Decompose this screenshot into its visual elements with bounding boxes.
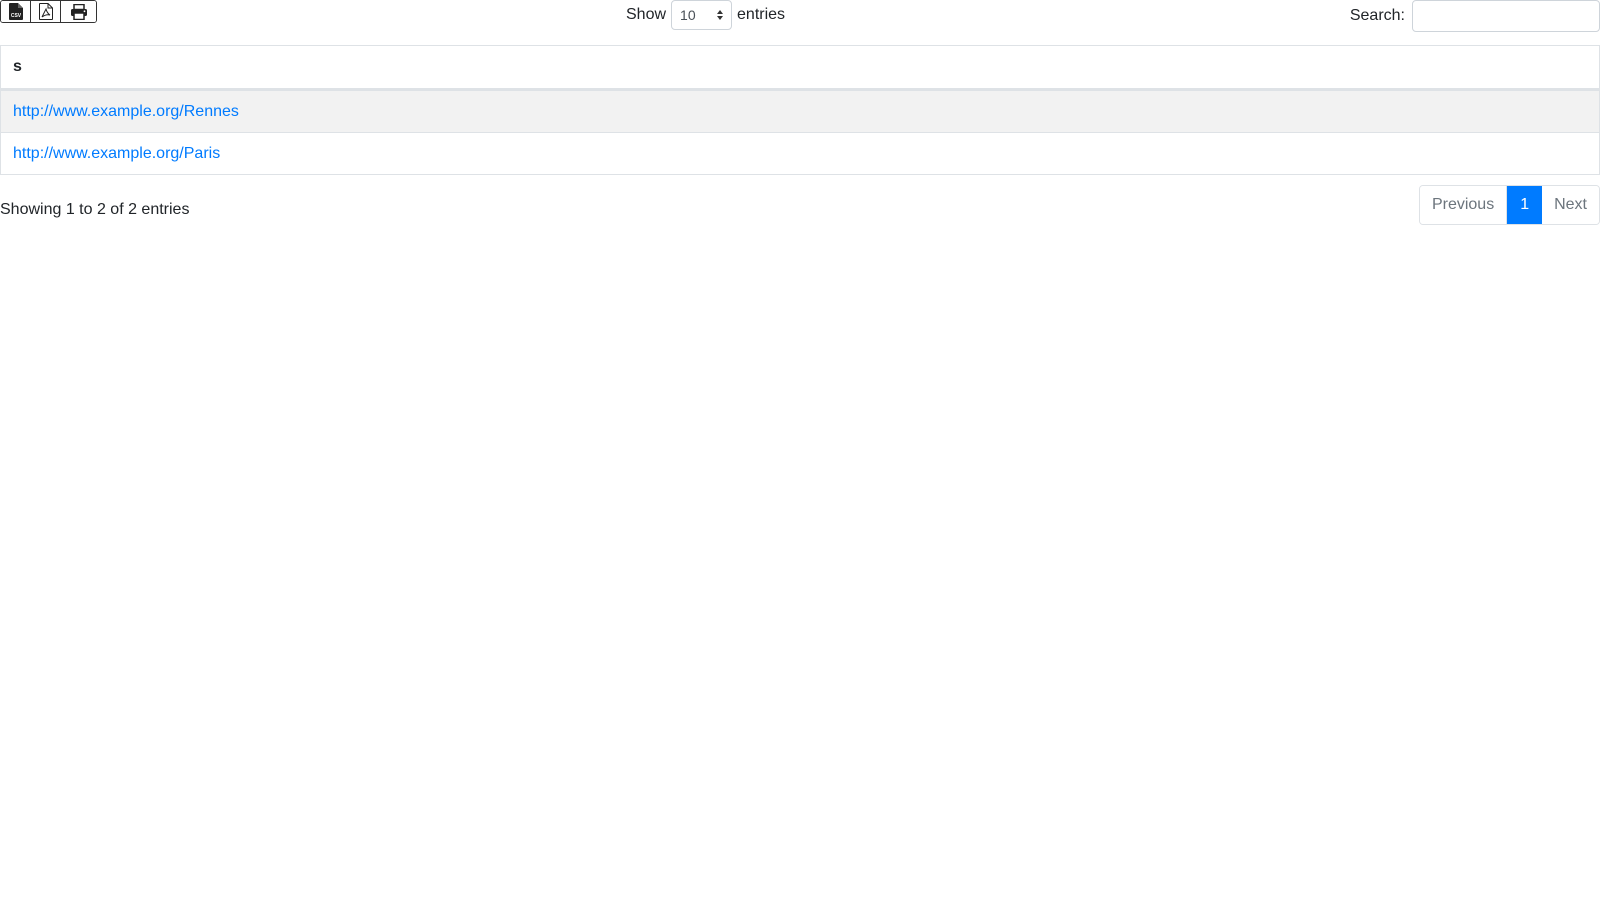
- row-link[interactable]: http://www.example.org/Paris: [13, 145, 220, 162]
- search-control: Search:: [1350, 0, 1600, 32]
- print-button[interactable]: [61, 1, 96, 22]
- previous-page-button[interactable]: Previous: [1419, 186, 1508, 224]
- print-icon: [70, 3, 87, 20]
- entries-label: entries: [737, 6, 786, 23]
- show-label: Show: [626, 6, 667, 23]
- select-arrows-icon: [717, 10, 724, 20]
- results-table: s http://www.example.org/Rennes http://w…: [0, 45, 1600, 175]
- column-header-s[interactable]: s: [0, 45, 1600, 91]
- csv-file-icon: CSV: [8, 3, 23, 20]
- export-pdf-button[interactable]: [31, 1, 61, 22]
- page-length-value: 10: [680, 7, 696, 23]
- table-cell: http://www.example.org/Rennes: [0, 89, 1600, 133]
- page-1-button[interactable]: 1: [1507, 186, 1543, 224]
- search-input[interactable]: [1412, 0, 1600, 32]
- page-length-select[interactable]: 10: [671, 0, 733, 30]
- datatable-wrapper: CSV Show 10 entries Search: s http://www…: [0, 0, 1600, 900]
- export-csv-button[interactable]: CSV: [1, 1, 31, 22]
- pagination: Previous 1 Next: [1418, 185, 1600, 225]
- table-info: Showing 1 to 2 of 2 entries: [0, 201, 190, 218]
- table-header-row: s: [0, 45, 1600, 91]
- table-row: http://www.example.org/Paris: [0, 132, 1600, 175]
- table-cell: http://www.example.org/Paris: [0, 132, 1600, 175]
- svg-text:CSV: CSV: [10, 13, 21, 19]
- page-length-control: Show 10 entries: [626, 0, 785, 30]
- search-label: Search:: [1349, 7, 1405, 24]
- export-buttons: CSV: [0, 0, 97, 23]
- pdf-file-icon: [38, 3, 53, 20]
- row-link[interactable]: http://www.example.org/Rennes: [13, 103, 239, 120]
- next-page-button[interactable]: Next: [1542, 186, 1599, 224]
- table-row: http://www.example.org/Rennes: [0, 89, 1600, 133]
